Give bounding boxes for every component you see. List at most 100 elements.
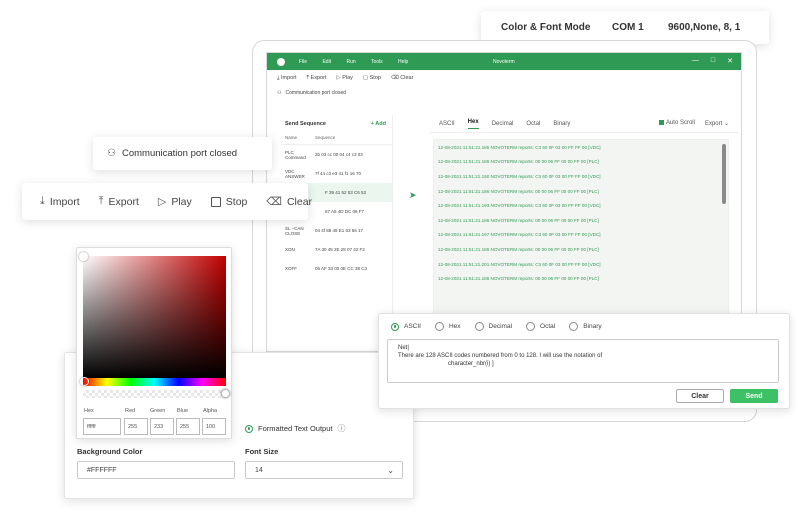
mode-title: Color & Font Mode <box>501 22 591 33</box>
play-label-small: Play <box>342 75 353 81</box>
radio-octal-label: Octal <box>540 323 556 330</box>
hue-handle[interactable] <box>80 377 89 386</box>
seq-value: 2b 03 cc 00 04 c4 c3 03 <box>315 152 363 157</box>
menu-bar: File Edit Run Tools Help <box>299 59 422 65</box>
alpha-handle[interactable] <box>221 389 230 398</box>
tab-ascii[interactable]: ASCII <box>439 121 455 127</box>
export-label: Export <box>108 195 139 208</box>
clear-button[interactable]: ⌫ Clear <box>266 195 313 209</box>
formatted-output-option[interactable]: Formatted Text Output ⓘ <box>245 423 345 434</box>
import-label-small: Import <box>280 74 297 81</box>
radio-binary[interactable]: Binary <box>569 322 602 331</box>
play-button[interactable]: ▷ Play <box>158 195 192 209</box>
info-icon[interactable]: ⓘ <box>337 423 345 434</box>
close-icon[interactable]: ✕ <box>727 57 733 65</box>
send-button[interactable]: Send <box>730 389 778 403</box>
send-text-area[interactable]: Net| There are 128 ASCII codes numbered … <box>387 339 779 383</box>
clear-button-small[interactable]: ⌫ Clear <box>391 75 413 81</box>
hue-slider[interactable] <box>83 378 226 386</box>
blue-input[interactable]: 255 <box>176 418 200 435</box>
connection-status-popup: ⚇ Communication port closed <box>93 137 272 170</box>
export-label-small: Export <box>310 74 327 81</box>
clear-send-button[interactable]: Clear <box>676 389 724 403</box>
output-options: Auto Scroll Export ⌄ <box>658 120 729 127</box>
send-sequence-title: Send Sequence <box>285 121 326 127</box>
radio-hex[interactable]: Hex <box>434 322 461 331</box>
minimize-icon[interactable]: — <box>692 57 699 65</box>
blue-label: Blue <box>177 408 189 414</box>
menu-file[interactable]: File <box>299 59 307 65</box>
stop-button-small[interactable]: ▢ Stop <box>363 75 381 81</box>
export-dropdown[interactable]: Export ⌄ <box>705 120 729 127</box>
seq-name: SL –CAN CLOSE <box>285 225 304 236</box>
port-settings: 9600,None, 8, 1 <box>668 22 741 33</box>
toolbar-popup: ⤓ Import ⤒ Export ▷ Play Stop ⌫ Clear <box>22 183 312 220</box>
stop-label-small: Stop <box>369 75 381 81</box>
seq-value: 7f 44 c3 e3 41 f1 16 70 <box>315 171 362 176</box>
hex-input[interactable]: ffffff <box>83 418 121 435</box>
log-line: 12-08-2021 11:51:21.186 NOVOTERM reports… <box>438 276 599 282</box>
radio-decimal[interactable]: Decimal <box>474 322 513 331</box>
saturation-area[interactable] <box>83 256 226 378</box>
app-logo-icon <box>277 57 285 66</box>
tab-binary[interactable]: Binary <box>553 121 570 127</box>
log-line: 12-08-2021 11:51:21.186 NOVOTERM reports… <box>438 188 599 194</box>
play-button-small[interactable]: ▷ Play <box>336 75 352 81</box>
log-line: 12-08-2021 11:51:21.190 NOVOTERM reports… <box>438 173 601 179</box>
send-arrow-icon[interactable]: ➤ <box>409 190 417 201</box>
radio-selected-icon <box>245 424 253 433</box>
sequence-row[interactable]: XOFF 05 AF 33 00 0E CC 38 C3 <box>281 259 392 278</box>
import-button-small[interactable]: ⤓ Import <box>277 75 297 82</box>
clear-icon: ⌫ <box>266 196 282 208</box>
alpha-slider[interactable] <box>83 390 226 398</box>
red-input[interactable]: 255 <box>124 418 148 435</box>
import-button[interactable]: ⤓ Import <box>40 195 80 208</box>
green-input[interactable]: 233 <box>150 418 174 435</box>
send-sequence-panel: Send Sequence + Add Name Sequence PLC Co… <box>281 115 393 351</box>
log-line: 12-08-2021 11:51:21.193 NOVOTERM reports… <box>438 203 601 209</box>
sequence-row[interactable]: PLC Command 2b 03 cc 00 04 c4 c3 03 <box>281 145 392 164</box>
export-button-small[interactable]: ⤒ Export <box>307 75 327 82</box>
font-size-label: Font Size <box>245 447 279 456</box>
tab-hex[interactable]: Hex <box>467 119 479 129</box>
checkbox-checked-icon <box>658 120 664 126</box>
menu-edit[interactable]: Edit <box>322 59 331 65</box>
background-color-input[interactable]: #FFFFFF <box>77 461 235 479</box>
stop-button[interactable]: Stop <box>210 196 247 208</box>
export-icon: ⤒ <box>98 195 104 207</box>
add-sequence-button[interactable]: + Add <box>371 121 386 127</box>
tab-decimal[interactable]: Decimal <box>492 121 514 127</box>
log-line: 12-08-2021 11:51:21.186 NOVOTERM reports… <box>438 246 599 252</box>
radio-empty-icon <box>569 322 579 331</box>
menu-tools[interactable]: Tools <box>371 59 383 65</box>
log-scrollbar[interactable] <box>722 144 726 204</box>
hex-label: Hex <box>84 408 94 414</box>
background-color-label: Background Color <box>77 447 143 456</box>
menu-run[interactable]: Run <box>346 59 355 65</box>
alpha-input[interactable]: 100 <box>202 418 226 435</box>
saturation-handle[interactable] <box>79 252 88 261</box>
export-button[interactable]: ⤒ Export <box>99 195 139 208</box>
menu-help[interactable]: Help <box>398 59 408 65</box>
seq-value: 67 A5 4D DC 06 F7 <box>325 209 365 214</box>
seq-value: 7A 30 45 2E 28 07 42 F2 <box>315 247 365 252</box>
port-label: COM 1 <box>612 22 644 33</box>
radio-octal[interactable]: Octal <box>526 322 555 331</box>
radio-empty-icon <box>434 322 444 331</box>
plug-icon-small: ⚇ <box>277 90 282 96</box>
sequence-row[interactable]: VDC ANSWER 7f 44 c3 e3 41 f1 16 70 <box>281 164 392 183</box>
app-window: File Edit Run Tools Help Novoterm — □ ✕ … <box>266 52 742 352</box>
tab-octal[interactable]: Octal <box>526 121 540 127</box>
radio-binary-label: Binary <box>583 323 602 330</box>
sequence-row[interactable]: XON 7A 30 45 2E 28 07 42 F2 <box>281 240 392 259</box>
auto-scroll-checkbox[interactable]: Auto Scroll <box>658 120 695 127</box>
sequence-row[interactable]: SL –CAN CLOSE 04 4f 88 49 E1 53 56 17 <box>281 221 392 240</box>
seq-name: XOFF <box>285 266 297 271</box>
log-line: 12-08-2021 11:51:21.197 NOVOTERM reports… <box>438 232 601 238</box>
col-name: Name <box>285 135 298 140</box>
radio-ascii[interactable]: ASCII <box>391 322 421 331</box>
font-size-select[interactable]: 14 ⌄ <box>245 461 403 479</box>
maximize-icon[interactable]: □ <box>711 57 715 65</box>
radio-decimal-label: Decimal <box>488 323 513 330</box>
clear-label: Clear <box>286 195 313 208</box>
